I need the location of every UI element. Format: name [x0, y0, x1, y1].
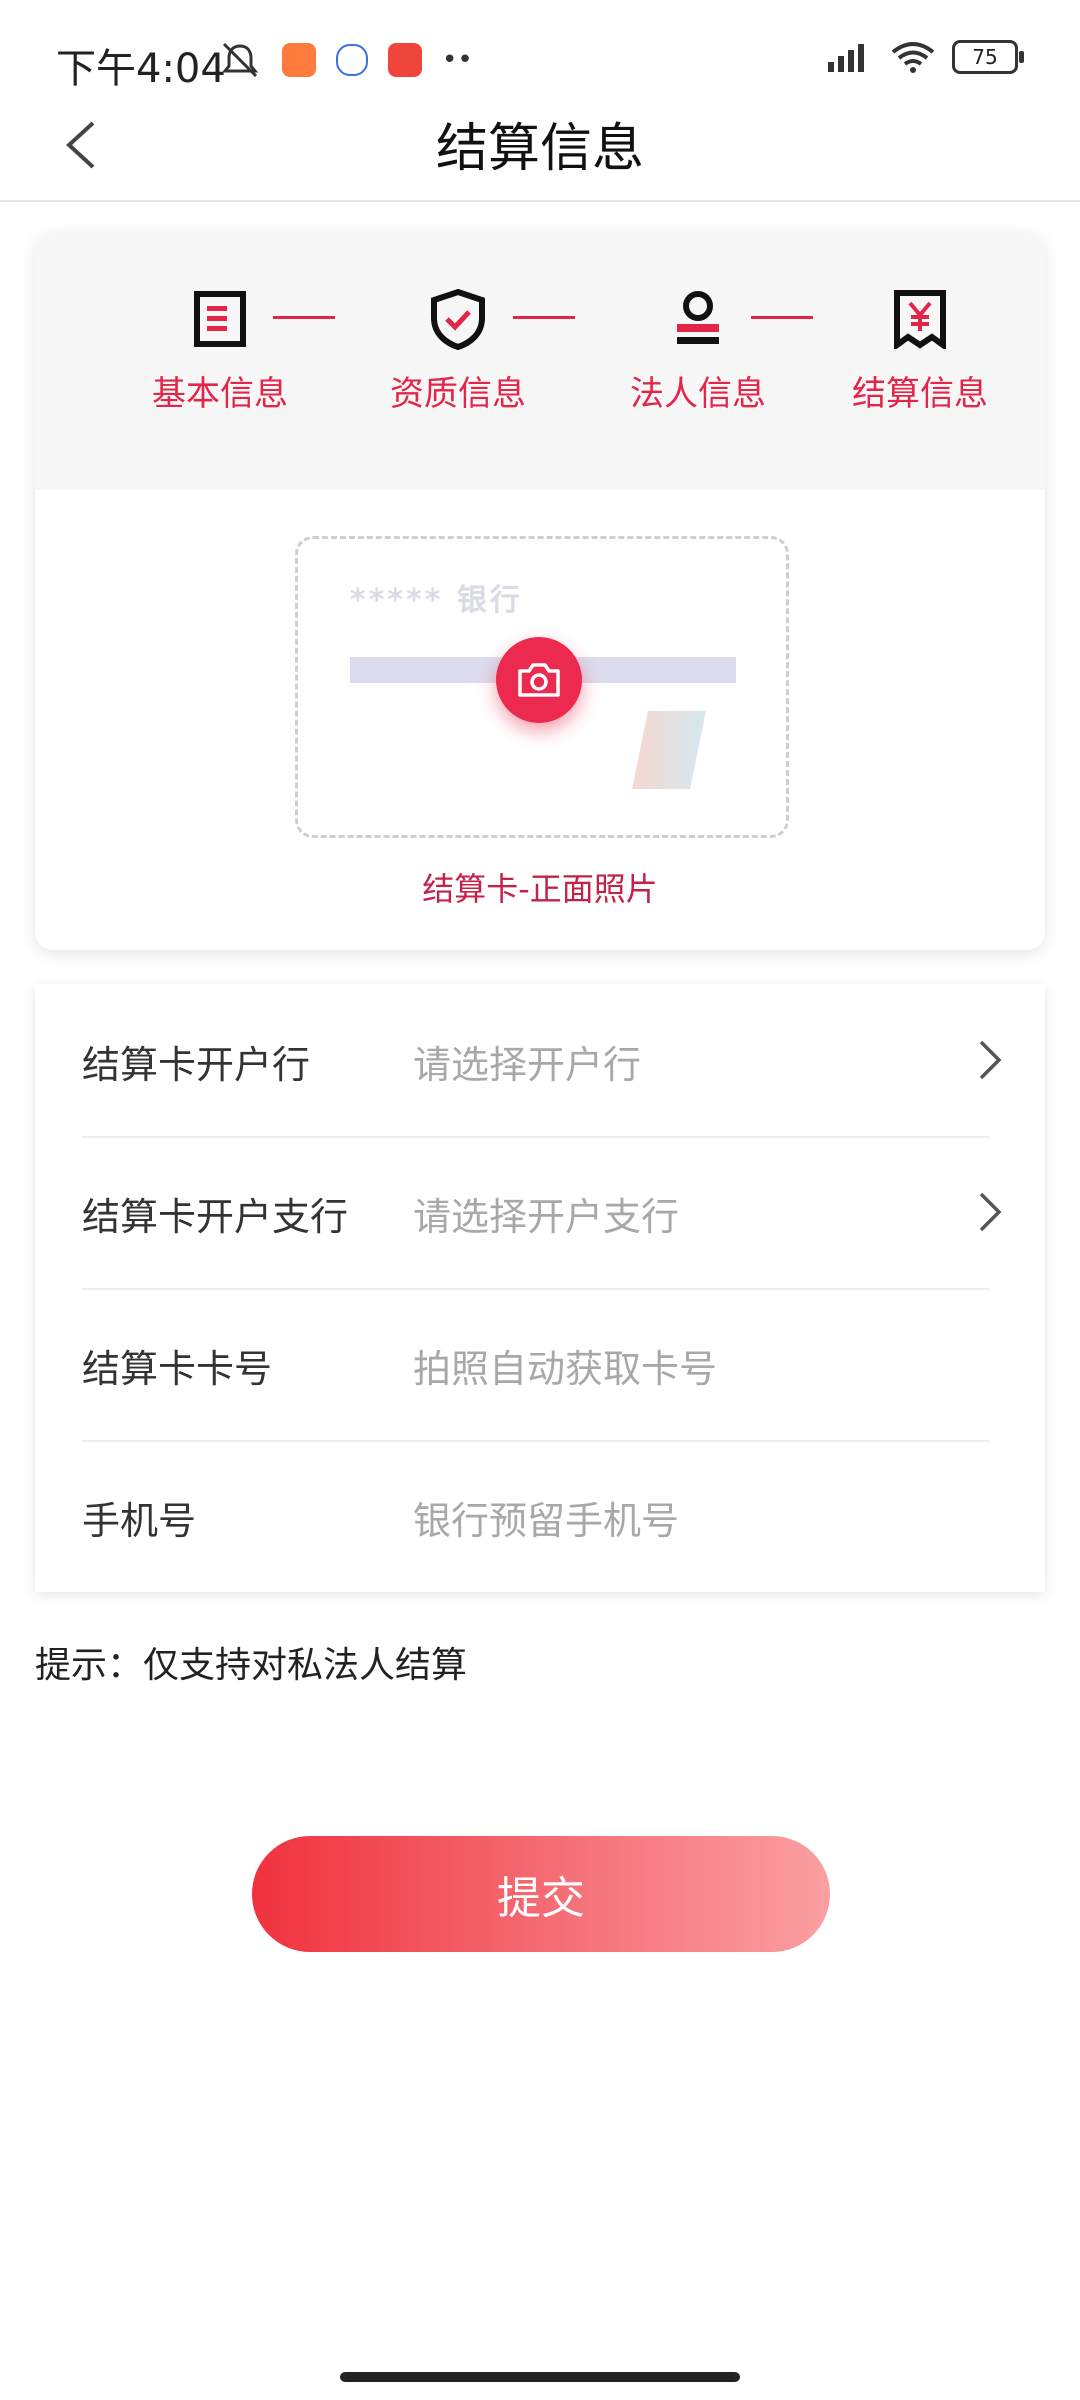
mute-icon: [221, 42, 259, 78]
step-qualification-info: 资质信息: [373, 284, 543, 415]
status-icons-left: ••: [218, 40, 473, 80]
step-label: 结算信息: [852, 374, 988, 414]
baidu-notification-icon: [336, 44, 368, 76]
bank-label: 结算卡开户行: [82, 1043, 311, 1087]
taobao-notification-icon: [388, 43, 422, 77]
phone-row[interactable]: 手机号 银行预留手机号: [35, 1440, 1045, 1592]
receipt-yuan-icon: [894, 290, 946, 349]
card-number-row[interactable]: 结算卡卡号 拍照自动获取卡号: [35, 1288, 1045, 1440]
header: 结算信息: [0, 90, 1080, 202]
step-legal-person-info: 法人信息: [613, 284, 783, 415]
photo-caption: 结算卡-正面照片: [422, 870, 658, 908]
wifi-icon: [891, 42, 935, 73]
branch-select-placeholder[interactable]: 请选择开户支行: [413, 1186, 679, 1241]
chevron-right-icon: [979, 1040, 1002, 1080]
step-settlement-info: 结算信息: [835, 284, 1005, 415]
chevron-right-icon: [979, 1192, 1002, 1232]
step-label: 资质信息: [390, 374, 526, 414]
settlement-form: 结算卡开户行 请选择开户行 结算卡开户支行 请选择开户支行 结算卡卡号 拍照自动…: [35, 984, 1045, 1592]
card-photo-panel: 基本信息 资质信息 法人信息 结算信息 ***** 银行 结算卡-正面照片: [35, 232, 1045, 950]
app-notification-icon: [282, 43, 316, 77]
page-title: 结算信息: [435, 119, 644, 179]
document-icon: [194, 291, 246, 347]
card-photo-upload-area: ***** 银行 结算卡-正面照片: [35, 490, 1045, 950]
status-icons-right: 75: [824, 40, 1024, 74]
battery-indicator: 75: [952, 40, 1024, 74]
signal-icon: [828, 44, 864, 72]
card-front-photo-upload[interactable]: ***** 银行: [295, 536, 789, 838]
branch-select-row[interactable]: 结算卡开户支行 请选择开户支行: [35, 1136, 1045, 1288]
branch-label: 结算卡开户支行: [82, 1195, 349, 1239]
progress-steps: 基本信息 资质信息 法人信息 结算信息: [35, 232, 1045, 490]
camera-button[interactable]: [496, 637, 582, 723]
bank-select-placeholder[interactable]: 请选择开户行: [413, 1034, 641, 1089]
status-time: 下午4:04: [56, 46, 226, 92]
phone-label: 手机号: [82, 1499, 197, 1543]
shield-check-icon: [431, 288, 485, 350]
step-basic-info: 基本信息: [135, 284, 305, 415]
bank-select-row[interactable]: 结算卡开户行 请选择开户行: [35, 984, 1045, 1136]
camera-icon: [518, 663, 560, 697]
person-icon: [677, 291, 719, 344]
card-number-input[interactable]: 拍照自动获取卡号: [413, 1338, 717, 1393]
phone-input[interactable]: 银行预留手机号: [413, 1490, 679, 1545]
bank-name-placeholder: ***** 银行: [350, 583, 523, 618]
step-label: 法人信息: [630, 374, 766, 414]
submit-button[interactable]: 提交: [252, 1836, 830, 1952]
step-label: 基本信息: [152, 374, 288, 414]
step-connector: [751, 316, 813, 319]
step-connector: [273, 316, 335, 319]
hint-text: 提示：仅支持对私法人结算: [35, 1645, 468, 1686]
home-indicator[interactable]: [340, 2372, 740, 2382]
more-notifications-dots: ••: [442, 45, 473, 75]
battery-level: 75: [972, 45, 998, 69]
step-connector: [513, 316, 575, 319]
card-number-label: 结算卡卡号: [82, 1347, 273, 1391]
card-chip-graphic: [632, 711, 706, 789]
